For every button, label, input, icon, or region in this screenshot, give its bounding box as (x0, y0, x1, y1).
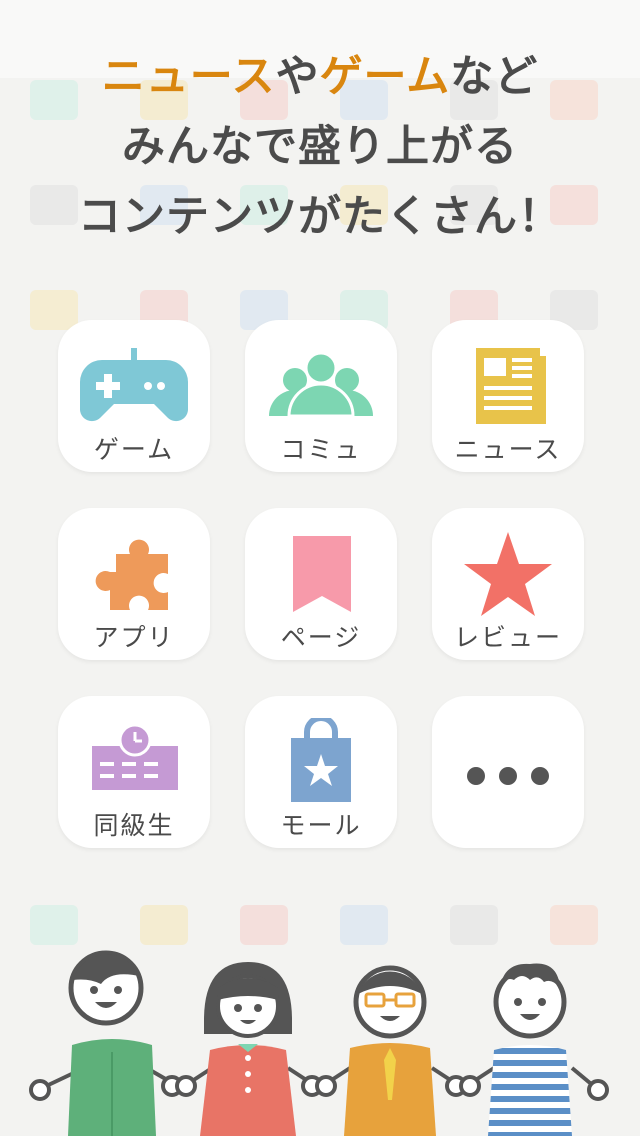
headline-ya: や (275, 52, 320, 102)
headline-line-3: コンテンツがたくさん！ (78, 192, 562, 242)
shopping-bag-icon (291, 718, 351, 802)
more-icon (467, 767, 549, 785)
headline-game: ゲーム (319, 52, 451, 102)
tile-label: ゲーム (93, 435, 175, 464)
tile-more[interactable] (432, 696, 584, 848)
school-icon (92, 723, 178, 790)
star-icon (464, 532, 552, 616)
tile-mall[interactable]: モール (245, 696, 397, 848)
tile-label: ニュース (454, 435, 562, 464)
tile-game[interactable]: ゲーム (58, 320, 210, 472)
bookmark-icon (293, 536, 351, 612)
tile-label: レビュー (453, 623, 562, 652)
tile-page[interactable]: ページ (245, 508, 397, 660)
tile-review[interactable]: レビュー (432, 508, 584, 660)
tile-community[interactable]: コミュ (245, 320, 397, 472)
newspaper-icon (476, 348, 546, 424)
headline-line-2: みんなで盛り上がる (122, 122, 518, 172)
tile-apps[interactable]: アプリ (58, 508, 210, 660)
tile-label: ページ (280, 623, 362, 652)
gamepad-icon (80, 348, 188, 422)
tile-news[interactable]: ニュース (432, 320, 584, 472)
tile-label: モール (280, 811, 362, 840)
headline-line-1: ニュースやゲームなど (0, 42, 640, 112)
tile-classmates[interactable]: 同級生 (58, 696, 210, 848)
tile-label: アプリ (93, 623, 175, 652)
headline-news: ニュース (101, 52, 276, 102)
tile-label: 同級生 (93, 811, 175, 840)
community-icon (269, 351, 373, 418)
headline: ニュースやゲームなど みんなで盛り上がる コンテンツがたくさん！ (0, 42, 640, 252)
people-illustration (29, 950, 609, 1136)
tile-label: コミュ (280, 435, 362, 464)
headline-nado: など (450, 52, 539, 102)
puzzle-icon (95, 539, 168, 610)
